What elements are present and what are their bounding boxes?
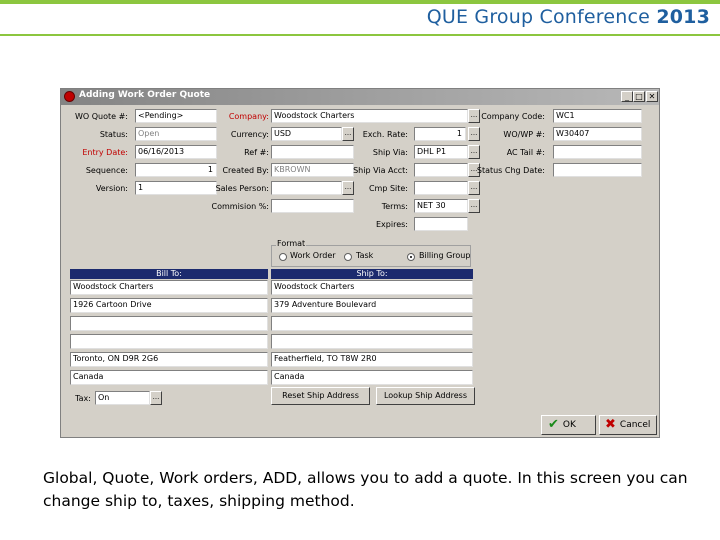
cmp-site-lookup-button[interactable]: ... — [468, 181, 480, 195]
ship-via-acct-field[interactable] — [414, 163, 468, 177]
ref-field[interactable] — [271, 145, 354, 159]
app-icon — [64, 91, 75, 102]
currency-lookup-button[interactable]: ... — [342, 127, 354, 141]
ship-to-line-6[interactable]: Canada — [271, 370, 473, 385]
currency-label: Currency: — [230, 130, 269, 139]
ac-tail-field[interactable] — [553, 145, 642, 159]
terms-field[interactable]: NET 30 — [414, 199, 468, 213]
bill-to-line-4[interactable] — [70, 334, 268, 349]
exch-rate-field[interactable]: 1 — [414, 127, 466, 141]
wo-quote-field[interactable]: <Pending> — [135, 109, 217, 123]
expires-label: Expires: — [376, 220, 408, 229]
ship-via-acct-label: Ship Via Acct: — [353, 166, 408, 175]
close-button[interactable]: ✕ — [646, 91, 658, 102]
ship-via-field[interactable]: DHL P1 — [414, 145, 468, 159]
cancel-button[interactable]: ✖ Cancel — [599, 415, 657, 435]
radio-billing-group-label: Billing Group — [419, 251, 471, 260]
status-chg-date-label: Status Chg Date: — [476, 166, 545, 175]
currency-field[interactable]: USD — [271, 127, 342, 141]
ref-label: Ref #: — [244, 148, 269, 157]
tax-label: Tax: — [75, 394, 91, 403]
sales-person-lookup-button[interactable]: ... — [342, 181, 354, 195]
header-divider-line — [0, 34, 720, 36]
entry-date-field[interactable]: 06/16/2013 — [135, 145, 217, 159]
wo-wp-field[interactable]: W30407 — [553, 127, 642, 141]
ok-button-label: OK — [562, 420, 576, 430]
ship-to-line-2[interactable]: 379 Adventure Boulevard — [271, 298, 473, 313]
conference-year: 2013 — [656, 6, 710, 28]
wo-wp-label: WO/WP #: — [503, 130, 545, 139]
terms-lookup-button[interactable]: ... — [468, 199, 480, 213]
ship-to-header: Ship To: — [271, 269, 473, 279]
cmp-site-field[interactable] — [414, 181, 468, 195]
window-title: Adding Work Order Quote — [79, 90, 211, 100]
version-field[interactable]: 1 — [135, 181, 217, 195]
cmp-site-label: Cmp Site: — [368, 184, 408, 193]
version-label: Version: — [95, 184, 128, 193]
company-label: Company: — [228, 112, 269, 121]
exch-rate-label: Exch. Rate: — [362, 130, 408, 139]
radio-work-order-label: Work Order — [290, 251, 336, 260]
ship-via-lookup-button[interactable]: ... — [468, 145, 480, 159]
sales-person-label: Sales Person: — [215, 184, 269, 193]
conference-title-text: QUE Group Conference — [426, 6, 651, 28]
conference-title: QUE Group Conference 2013 — [427, 6, 710, 28]
ship-via-label: Ship Via: — [372, 148, 408, 157]
slide-caption: Global, Quote, Work orders, ADD, allows … — [43, 469, 688, 510]
cancel-button-label: Cancel — [619, 420, 651, 430]
bill-to-line-5[interactable]: Toronto, ON D9R 2G6 — [70, 352, 268, 367]
exch-rate-lookup-button[interactable]: ... — [468, 127, 480, 141]
status-chg-date-field[interactable] — [553, 163, 642, 177]
sales-person-field[interactable] — [271, 181, 342, 195]
format-label: Format — [276, 239, 307, 248]
radio-work-order[interactable] — [279, 253, 287, 261]
radio-task-label: Task — [356, 251, 374, 260]
status-label: Status: — [99, 130, 128, 139]
ship-to-line-3[interactable] — [271, 316, 473, 331]
company-code-label: Company Code: — [481, 112, 545, 121]
window-titlebar: Adding Work Order Quote _ □ ✕ — [61, 89, 659, 105]
bill-to-line-1[interactable]: Woodstock Charters — [70, 280, 268, 295]
commission-field[interactable] — [271, 199, 354, 213]
cancel-x-icon: ✖ — [605, 417, 616, 432]
sequence-field[interactable]: 1 — [135, 163, 217, 177]
work-order-quote-window: Adding Work Order Quote _ □ ✕ WO Quote #… — [60, 88, 660, 438]
format-group: Format Work Order Task Billing Group — [271, 239, 471, 267]
wo-quote-label: WO Quote #: — [74, 112, 128, 121]
sequence-label: Sequence: — [85, 166, 128, 175]
bill-to-header: Bill To: — [70, 269, 268, 279]
header-accent-line — [0, 0, 720, 4]
company-lookup-button[interactable]: ... — [468, 109, 480, 123]
company-code-field[interactable]: WC1 — [553, 109, 642, 123]
ac-tail-label: AC Tail #: — [506, 148, 545, 157]
terms-label: Terms: — [381, 202, 408, 211]
bill-to-line-6[interactable]: Canada — [70, 370, 268, 385]
ship-to-line-5[interactable]: Featherfield, TO T8W 2R0 — [271, 352, 473, 367]
minimize-button[interactable]: _ — [621, 91, 633, 102]
ship-to-line-4[interactable] — [271, 334, 473, 349]
radio-task[interactable] — [344, 253, 352, 261]
maximize-button[interactable]: □ — [633, 91, 645, 102]
created-by-field[interactable]: KBROWN — [271, 163, 354, 177]
ok-button[interactable]: ✔ OK — [541, 415, 596, 435]
bill-to-line-3[interactable] — [70, 316, 268, 331]
tax-field[interactable]: On — [95, 391, 150, 405]
reset-ship-address-button[interactable]: Reset Ship Address — [271, 387, 370, 405]
ship-to-line-1[interactable]: Woodstock Charters — [271, 280, 473, 295]
status-field[interactable]: Open — [135, 127, 217, 141]
checkmark-icon: ✔ — [548, 417, 559, 432]
expires-field[interactable] — [414, 217, 468, 231]
tax-lookup-button[interactable]: ... — [150, 391, 162, 405]
radio-billing-group[interactable] — [407, 253, 415, 261]
bill-to-line-2[interactable]: 1926 Cartoon Drive — [70, 298, 268, 313]
created-by-label: Created By: — [222, 166, 269, 175]
entry-date-label: Entry Date: — [82, 148, 128, 157]
commission-label: Commision %: — [211, 202, 269, 211]
company-field[interactable]: Woodstock Charters — [271, 109, 468, 123]
lookup-ship-address-button[interactable]: Lookup Ship Address — [376, 387, 475, 405]
